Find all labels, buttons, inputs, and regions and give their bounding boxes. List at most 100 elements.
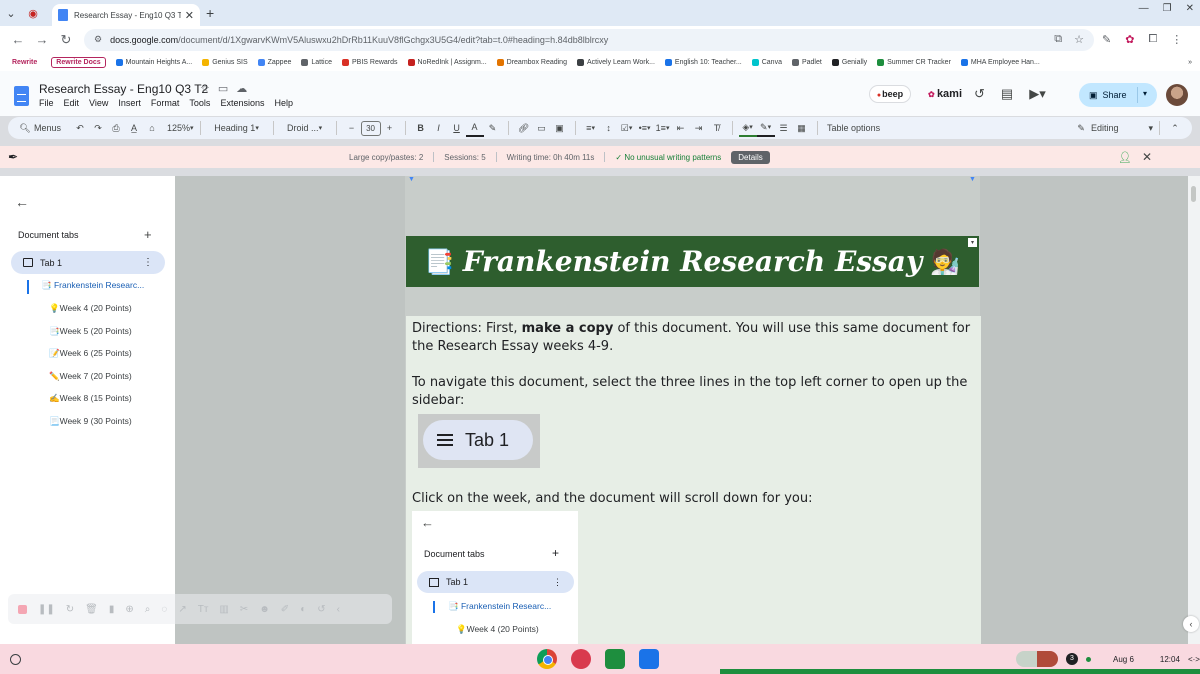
scissors-icon[interactable]: ✂ bbox=[240, 604, 248, 615]
left-margin-marker-icon[interactable]: ▼ bbox=[408, 176, 415, 183]
chrome-menu-icon[interactable]: ⋮ bbox=[1171, 33, 1182, 46]
avatar[interactable] bbox=[1166, 84, 1188, 106]
right-margin-marker-icon[interactable]: ▼ bbox=[969, 176, 976, 183]
kami-extension-icon[interactable]: ✿ bbox=[1125, 33, 1134, 46]
menu-file[interactable]: File bbox=[39, 98, 54, 108]
border-color-icon[interactable]: ✎ bbox=[756, 119, 775, 137]
bookmark-item[interactable]: Padlet bbox=[791, 58, 822, 66]
screen-recorder-toolbar[interactable]: ❚❚ ↻ 🗑︎ ▮ ⊕ ⌕ ◌ ↗ Tт ▥ ✂ ☻ ✐ ◐ ↺ ‹ bbox=[8, 594, 392, 624]
font-select[interactable]: Droid ... bbox=[280, 119, 330, 137]
undo-icon[interactable]: ↶ bbox=[71, 119, 89, 137]
redo-icon[interactable]: ↷ bbox=[89, 119, 107, 137]
bookmark-item[interactable]: NoRedInk | Assignm... bbox=[407, 58, 487, 66]
emoji-icon[interactable]: ☻ bbox=[259, 604, 270, 615]
share-button[interactable]: ▣ Share ▾ bbox=[1079, 83, 1157, 107]
launcher-icon[interactable] bbox=[10, 654, 21, 665]
bookmark-item[interactable]: Actively Learn Work... bbox=[576, 58, 655, 66]
numbered-list-icon[interactable]: 1≡ bbox=[654, 119, 672, 137]
share-chevron-icon[interactable]: ▾ bbox=[1143, 89, 1147, 98]
table-cell-menu-icon[interactable]: ▾ bbox=[968, 238, 977, 247]
border-dash-icon[interactable]: ▦ bbox=[793, 119, 811, 137]
search-menus-icon[interactable]: 🔍︎ bbox=[16, 119, 34, 137]
bookmark-rewrite[interactable]: Rewrite bbox=[8, 58, 41, 67]
shelf-date[interactable]: Aug 6 bbox=[1113, 655, 1134, 664]
menu-help[interactable]: Help bbox=[274, 98, 293, 108]
extensions-puzzle-icon[interactable]: ⧠ bbox=[1148, 33, 1157, 46]
person-icon[interactable]: 👤︎ bbox=[1118, 151, 1132, 164]
table-options-button[interactable]: Table options bbox=[824, 119, 884, 137]
kami-button[interactable]: ✿ kami bbox=[928, 88, 962, 100]
back-icon[interactable]: ← bbox=[6, 32, 30, 47]
close-tab-icon[interactable]: ✕ bbox=[185, 9, 194, 22]
bookmark-item[interactable]: Mountain Heights A... bbox=[115, 58, 192, 66]
cell-fill-color-icon[interactable]: ◈ bbox=[738, 119, 757, 137]
clear-formatting-icon[interactable]: T̸ bbox=[708, 119, 726, 137]
bookmark-item[interactable]: MHA Employee Han... bbox=[960, 58, 1040, 66]
bookmark-item[interactable]: Genius SIS bbox=[202, 58, 248, 66]
bookmark-item[interactable]: English 10: Teacher... bbox=[664, 58, 742, 66]
cursor-icon[interactable]: ▮ bbox=[109, 604, 115, 615]
sidebar-item-week-8[interactable]: ✍️Week 8 (15 Points) bbox=[49, 393, 132, 404]
align-icon[interactable]: ≡ bbox=[582, 119, 600, 137]
bookmark-item[interactable]: Summer CR Tracker bbox=[877, 58, 951, 66]
menu-edit[interactable]: Edit bbox=[64, 98, 80, 108]
sidebar-item-week-7[interactable]: ✏️Week 7 (20 Points) bbox=[49, 371, 132, 382]
print-icon[interactable]: ⎙ bbox=[107, 119, 125, 137]
menu-insert[interactable]: Insert bbox=[118, 98, 141, 108]
docs-logo-icon[interactable] bbox=[14, 86, 29, 106]
scrollbar-thumb[interactable] bbox=[1191, 186, 1196, 202]
menu-view[interactable]: View bbox=[89, 98, 108, 108]
spellcheck-icon[interactable]: A̲ bbox=[125, 119, 143, 137]
text-color-icon[interactable]: A bbox=[465, 119, 484, 137]
bulleted-list-icon[interactable]: •≡ bbox=[636, 119, 654, 137]
classroom-app-icon[interactable] bbox=[605, 649, 625, 669]
insert-link-icon[interactable]: 🔗︎ bbox=[515, 119, 533, 137]
magnify-icon[interactable]: ⌕ bbox=[145, 604, 151, 615]
increase-indent-icon[interactable]: ⇥ bbox=[690, 119, 708, 137]
undo-draw-icon[interactable]: ↺ bbox=[317, 604, 325, 615]
border-width-icon[interactable]: ☰ bbox=[775, 119, 793, 137]
close-bar-icon[interactable]: ✕ bbox=[1142, 150, 1152, 164]
writing-extension-pen-icon[interactable]: ✒ bbox=[8, 150, 18, 164]
files-app-icon[interactable] bbox=[639, 649, 659, 669]
bookmark-rewrite-docs[interactable]: Rewrite Docs bbox=[51, 56, 106, 68]
collapse-menus-icon[interactable]: ⌃ bbox=[1166, 119, 1184, 137]
bookmark-item[interactable]: Zappee bbox=[257, 58, 291, 66]
menu-format[interactable]: Format bbox=[151, 98, 180, 108]
vertical-scrollbar[interactable] bbox=[1188, 176, 1200, 644]
sidebar-item-week-5[interactable]: 📑Week 5 (20 Points) bbox=[49, 326, 132, 337]
directions-table-cell[interactable]: Directions: First, make a copy of this d… bbox=[406, 316, 981, 644]
pen-extension-icon[interactable]: ✎ bbox=[1102, 33, 1111, 46]
camera-icon[interactable]: ◐ bbox=[300, 604, 306, 615]
reload-icon[interactable]: ↻ bbox=[54, 32, 78, 48]
status-tray[interactable]: 3 Aug 6 12:04 <·> bbox=[1016, 651, 1200, 667]
blur-icon[interactable]: ◌ bbox=[161, 604, 167, 615]
site-info-icon[interactable]: ⚙ bbox=[94, 34, 102, 45]
bookmark-item[interactable]: Dreambox Reading bbox=[496, 58, 567, 66]
cast-icon[interactable]: ⧉ bbox=[1054, 33, 1062, 46]
version-history-icon[interactable]: ↺ bbox=[974, 86, 985, 102]
close-window-icon[interactable]: ✕ bbox=[1186, 3, 1194, 14]
add-tab-icon[interactable]: + bbox=[144, 227, 152, 242]
more-bookmarks-icon[interactable]: » bbox=[1188, 59, 1192, 66]
bookmark-item[interactable]: Canva bbox=[751, 58, 782, 66]
notification-count-badge[interactable]: 3 bbox=[1066, 653, 1078, 665]
side-panel-collapse-icon[interactable]: ‹ bbox=[1183, 616, 1199, 632]
close-sidebar-back-icon[interactable]: ← bbox=[15, 194, 29, 210]
forward-icon[interactable]: → bbox=[30, 32, 54, 47]
document-title[interactable]: Research Essay - Eng10 Q3 T2 bbox=[39, 82, 208, 96]
paint-app-icon[interactable] bbox=[571, 649, 591, 669]
font-size-input[interactable]: 30 bbox=[360, 120, 381, 136]
zoom-icon[interactable]: ⊕ bbox=[125, 604, 133, 615]
arrow-icon[interactable]: ↗ bbox=[178, 604, 186, 615]
italic-icon[interactable]: I bbox=[430, 119, 448, 137]
sidebar-tab-1[interactable]: Tab 1 ⋮ bbox=[11, 251, 165, 274]
bold-icon[interactable]: B bbox=[412, 119, 430, 137]
insert-image-icon[interactable]: ▣ bbox=[551, 119, 569, 137]
delete-icon[interactable]: 🗑︎ bbox=[85, 604, 98, 615]
url-omnibox[interactable]: ⚙ docs.google.com /document/d/1XgwarvKWm… bbox=[84, 28, 1094, 51]
text-tool-icon[interactable]: Tт bbox=[198, 604, 209, 615]
move-folder-icon[interactable]: ▭ bbox=[218, 82, 228, 95]
cloud-status-icon[interactable]: ☁ bbox=[236, 82, 247, 95]
chrome-app-icon[interactable] bbox=[537, 649, 557, 669]
